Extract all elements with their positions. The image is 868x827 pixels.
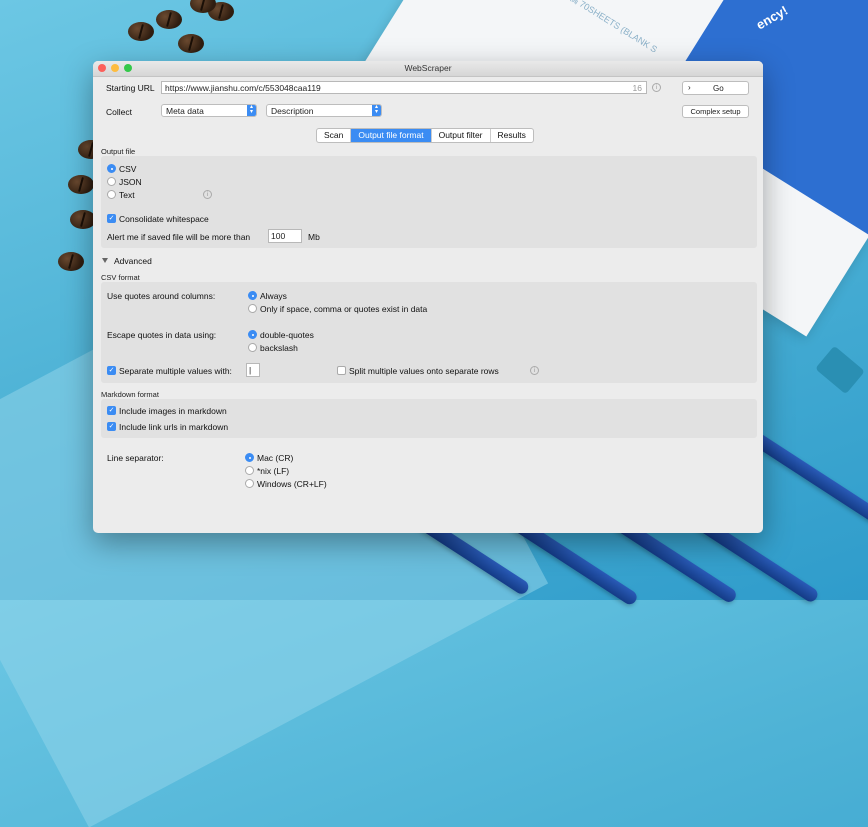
quotes-label: Use quotes around columns: <box>107 291 216 301</box>
chevron-updown-icon: ▴ ▾ <box>247 104 256 116</box>
csv-radio[interactable] <box>107 164 116 173</box>
tab-scan[interactable]: Scan <box>317 129 352 142</box>
quotes-conditional-radio[interactable] <box>248 304 257 313</box>
pencil <box>748 430 868 524</box>
escape-backslash-label: backslash <box>260 343 298 353</box>
url-count: 16 <box>632 83 642 93</box>
starting-url-value: https://www.jianshu.com/c/553048caa119 <box>165 83 321 93</box>
markdown-format-title: Markdown format <box>101 390 159 399</box>
markdown-format-group <box>101 399 757 438</box>
json-radio[interactable] <box>107 177 116 186</box>
tab-bar: Scan Output file format Output filter Re… <box>316 128 534 143</box>
binder-clip <box>815 345 865 395</box>
escape-double-quotes-radio[interactable] <box>248 330 257 339</box>
escape-double-quotes-label: double-quotes <box>260 330 314 340</box>
text-radio[interactable] <box>107 190 116 199</box>
windows-crlf-radio[interactable] <box>245 479 254 488</box>
nix-lf-label: *nix (LF) <box>257 466 290 476</box>
tab-results[interactable]: Results <box>491 129 533 142</box>
info-icon[interactable]: i <box>652 83 661 92</box>
split-values-checkbox[interactable] <box>337 366 346 375</box>
output-file-title: Output file <box>101 147 136 156</box>
collect-field-select[interactable]: Description ▴ ▾ <box>266 104 382 117</box>
collect-label: Collect <box>106 107 132 117</box>
windows-crlf-label: Windows (CR+LF) <box>257 479 327 489</box>
alert-size-label: Alert me if saved file will be more than <box>107 232 251 242</box>
separate-values-checkbox[interactable]: ✓ <box>107 366 116 375</box>
split-values-label: Split multiple values onto separate rows <box>349 366 499 376</box>
tab-output-filter[interactable]: Output filter <box>432 129 491 142</box>
consolidate-whitespace-checkbox[interactable]: ✓ <box>107 214 116 223</box>
advanced-toggle[interactable]: Advanced <box>114 256 152 266</box>
separate-values-label: Separate multiple values with: <box>119 366 232 376</box>
tab-output-file-format[interactable]: Output file format <box>351 129 432 142</box>
chevron-updown-icon: ▴ ▾ <box>372 104 381 116</box>
starting-url-input[interactable]: https://www.jianshu.com/c/553048caa119 1… <box>161 81 647 94</box>
text-label: Text <box>119 190 135 200</box>
include-links-checkbox[interactable]: ✓ <box>107 422 116 431</box>
line-separator-label: Line separator: <box>107 453 164 463</box>
quotes-always-radio[interactable] <box>248 291 257 300</box>
consolidate-whitespace-label: Consolidate whitespace <box>119 214 209 224</box>
include-images-checkbox[interactable]: ✓ <box>107 406 116 415</box>
csv-format-title: CSV format <box>101 273 140 282</box>
mac-cr-radio[interactable] <box>245 453 254 462</box>
coffee-bean <box>156 10 182 29</box>
starting-url-label: Starting URL <box>106 83 155 93</box>
include-links-label: Include link urls in markdown <box>119 422 229 432</box>
json-label: JSON <box>119 177 142 187</box>
escape-label: Escape quotes in data using: <box>107 330 217 340</box>
alert-size-input[interactable]: 100 <box>268 229 302 243</box>
collect-field-value: Description <box>271 106 314 116</box>
window-title: WebScraper <box>404 63 452 73</box>
collect-type-value: Meta data <box>166 106 204 116</box>
coffee-bean <box>128 22 154 41</box>
escape-backslash-radio[interactable] <box>248 343 257 352</box>
info-icon[interactable]: i <box>530 366 539 375</box>
title-bar[interactable]: WebScraper <box>93 61 763 77</box>
coffee-bean <box>178 34 204 53</box>
coffee-bean <box>68 175 94 194</box>
disclosure-triangle-icon[interactable] <box>102 258 108 263</box>
chevron-right-icon: › <box>688 83 691 92</box>
quotes-always-label: Always <box>260 291 287 301</box>
quotes-conditional-label: Only if space, comma or quotes exist in … <box>260 304 428 314</box>
nix-lf-radio[interactable] <box>245 466 254 475</box>
mac-cr-label: Mac (CR) <box>257 453 294 463</box>
webscraper-window: WebScraper Starting URL https://www.jian… <box>93 61 763 533</box>
complex-setup-button[interactable]: Complex setup <box>682 105 749 118</box>
csv-label: CSV <box>119 164 137 174</box>
go-button-label: Go <box>713 84 724 93</box>
coffee-bean <box>58 252 84 271</box>
include-images-label: Include images in markdown <box>119 406 227 416</box>
collect-type-select[interactable]: Meta data ▴ ▾ <box>161 104 257 117</box>
separator-input[interactable]: | <box>246 363 260 377</box>
alert-size-unit: Mb <box>308 232 320 242</box>
go-button[interactable]: › Go <box>682 81 749 95</box>
info-icon[interactable]: i <box>203 190 212 199</box>
